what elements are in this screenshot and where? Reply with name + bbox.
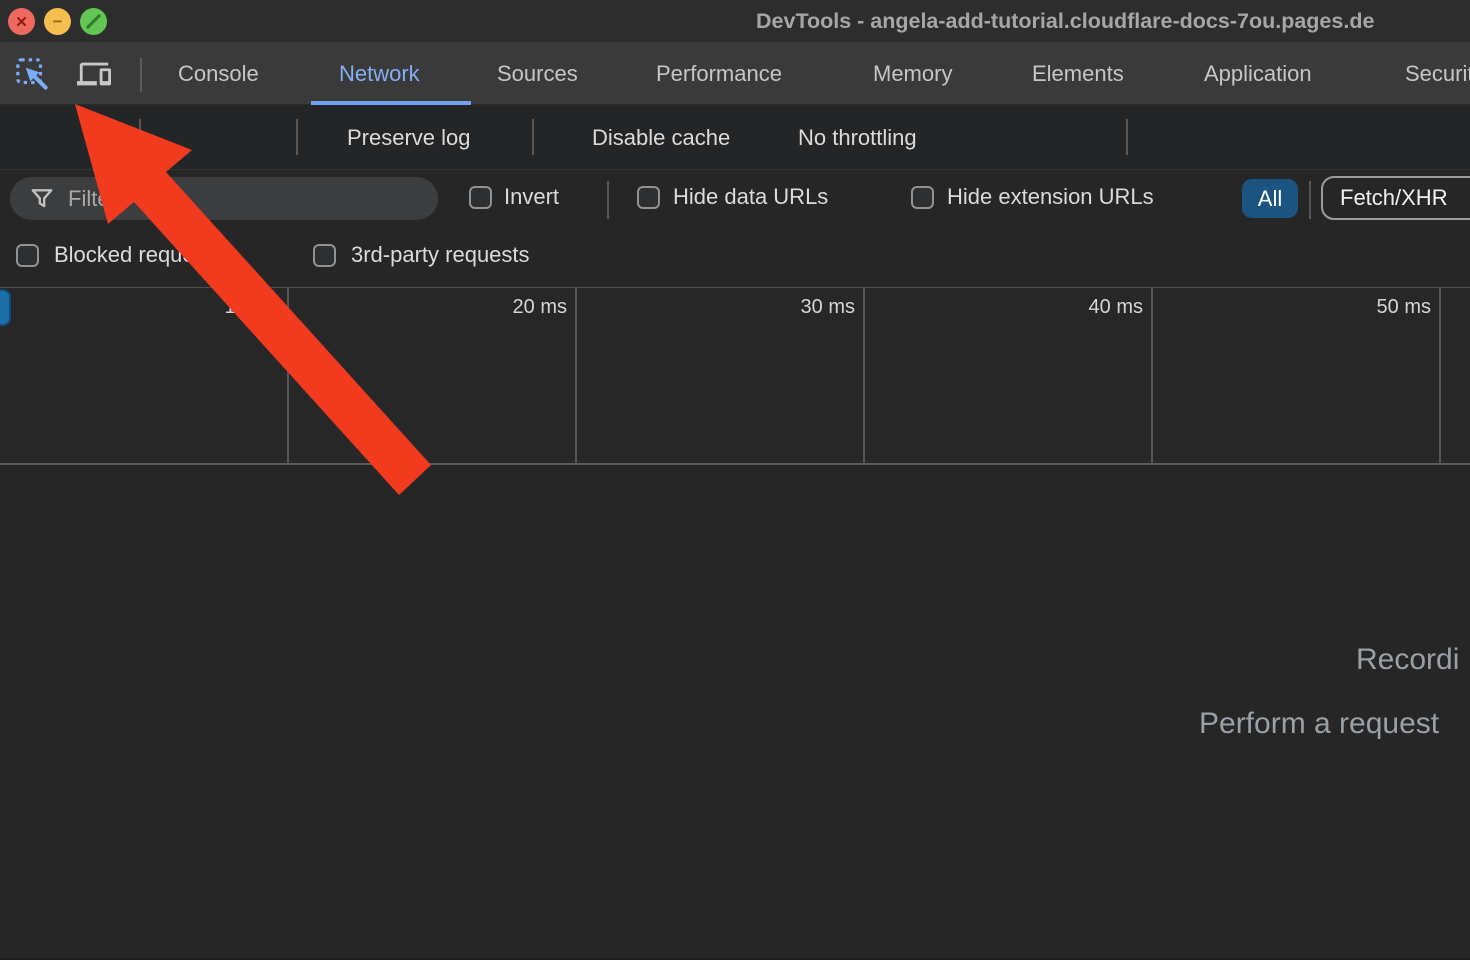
zoom-window-button[interactable] — [80, 8, 107, 35]
third-party-requests-label: 3rd-party requests — [351, 242, 530, 268]
network-overview-timeline[interactable]: 10 ms 20 ms 30 ms 40 ms 50 ms — [0, 287, 1470, 465]
timeline-tick-10ms: 10 ms — [167, 296, 279, 319]
recording-status-text: Recordi — [1356, 643, 1459, 677]
hide-data-urls-label: Hide data URLs — [673, 184, 828, 210]
toolbar-divider — [532, 119, 534, 155]
devtools-tabstrip: Console Network Sources Performance Memo… — [0, 42, 1470, 105]
invert-label: Invert — [504, 184, 559, 210]
inspect-cursor-icon — [15, 57, 49, 91]
timeline-gridline — [575, 288, 577, 464]
hide-extension-urls-label: Hide extension URLs — [947, 184, 1154, 210]
toolbar-divider — [139, 119, 141, 155]
tab-memory[interactable]: Memory — [873, 42, 952, 105]
hide-extension-urls-checkbox[interactable] — [911, 186, 934, 209]
window-title: DevTools - angela-add-tutorial.cloudflar… — [756, 9, 1374, 34]
filter-chip-fetch-xhr[interactable]: Fetch/XHR — [1321, 176, 1470, 220]
disable-cache-label: Disable cache — [592, 105, 730, 170]
titlebar: ✕ − DevTools - angela-add-tutorial.cloud… — [0, 0, 1470, 42]
inspect-element-button[interactable] — [12, 54, 52, 94]
timeline-tick-40ms: 40 ms — [1031, 296, 1143, 319]
invert-checkbox[interactable] — [469, 186, 492, 209]
preserve-log-label: Preserve log — [347, 105, 471, 170]
device-toolbar-icon — [76, 57, 112, 91]
timeline-gridline — [1439, 288, 1441, 464]
timeline-tick-50ms: 50 ms — [1319, 296, 1431, 319]
timeline-gridline — [287, 288, 289, 464]
tab-console[interactable]: Console — [178, 42, 259, 105]
tab-sources[interactable]: Sources — [497, 42, 578, 105]
timeline-tick-20ms: 20 ms — [455, 296, 567, 319]
toolbar-divider — [296, 119, 298, 155]
close-window-button[interactable]: ✕ — [8, 8, 35, 35]
filter-divider — [607, 181, 609, 219]
toolbar-divider — [1126, 119, 1128, 155]
network-filter-row: Invert Hide data URLs Hide extension URL… — [0, 171, 1470, 227]
filter-divider — [1309, 181, 1311, 219]
funnel-outline-icon — [30, 186, 54, 212]
tabstrip-divider — [140, 58, 142, 92]
perform-request-hint-text: Perform a request — [1199, 707, 1439, 741]
request-type-row: Blocked requests 3rd-party requests — [0, 227, 1470, 286]
hide-data-urls-checkbox[interactable] — [637, 186, 660, 209]
filter-input[interactable] — [68, 186, 398, 212]
third-party-requests-checkbox[interactable] — [313, 244, 336, 267]
tab-network[interactable]: Network — [339, 42, 420, 105]
throttling-select[interactable]: No throttling — [798, 105, 917, 170]
minimize-window-button[interactable]: − — [44, 8, 71, 35]
timeline-tick-30ms: 30 ms — [743, 296, 855, 319]
blocked-requests-label: Blocked requests — [54, 242, 223, 268]
filter-chip-all[interactable]: All — [1242, 179, 1298, 218]
tab-application[interactable]: Application — [1204, 42, 1312, 105]
network-toolbar: Preserve log Disable cache No throttling — [0, 105, 1470, 170]
tab-elements[interactable]: Elements — [1032, 42, 1124, 105]
filter-field[interactable] — [10, 177, 438, 220]
overview-selection-handle[interactable] — [0, 289, 11, 326]
tab-security[interactable]: Security — [1405, 42, 1470, 105]
blocked-requests-checkbox[interactable] — [16, 244, 39, 267]
timeline-gridline — [863, 288, 865, 464]
timeline-gridline — [1151, 288, 1153, 464]
device-toolbar-button[interactable] — [74, 54, 114, 94]
zoom-disabled-icon — [86, 14, 102, 30]
tab-performance[interactable]: Performance — [656, 42, 782, 105]
